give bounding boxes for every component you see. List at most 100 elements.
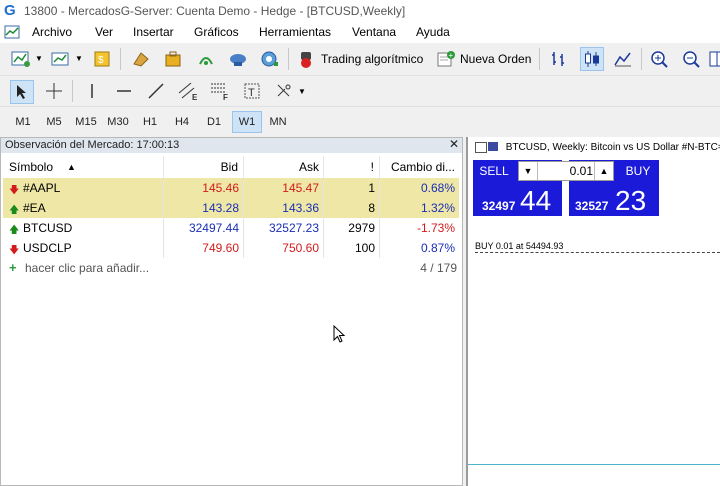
market-watch-panel: Observación del Mercado: 17:00:13 ✕ Símb… bbox=[0, 137, 463, 486]
chart-title-text: BTCUSD, Weekly: Bitcoin vs US Dollar #N-… bbox=[505, 142, 720, 153]
column-symbol[interactable]: Símbolo ▲ bbox=[9, 156, 164, 178]
timeframe-h1[interactable]: H1 bbox=[136, 111, 164, 133]
spread-cell: 8 bbox=[324, 198, 380, 218]
profiles-icon[interactable] bbox=[50, 48, 72, 70]
timeframe-m30[interactable]: M30 bbox=[104, 111, 132, 133]
lot-size-value[interactable]: 0.01 bbox=[541, 164, 593, 178]
shapes-icon[interactable] bbox=[273, 80, 295, 102]
sell-price-small: 32497 bbox=[482, 199, 516, 213]
menu-herramientas[interactable]: Herramientas bbox=[259, 25, 331, 39]
chevron-down-icon[interactable]: ▼ bbox=[75, 54, 83, 63]
lot-size-field[interactable]: ▼ 0.01 ▲ bbox=[518, 161, 614, 181]
trade-line[interactable] bbox=[475, 252, 720, 253]
candlestick-icon[interactable] bbox=[580, 47, 604, 71]
equidistant-channel-icon[interactable]: E bbox=[177, 80, 199, 102]
timeframe-w1[interactable]: W1 bbox=[232, 111, 262, 133]
svg-text:F: F bbox=[223, 93, 228, 101]
menu-archivo[interactable]: Archivo bbox=[32, 25, 72, 39]
timeframe-m15[interactable]: M15 bbox=[72, 111, 100, 133]
ask-cell: 750.60 bbox=[244, 238, 324, 258]
sell-price-big: 44 bbox=[520, 185, 552, 216]
chevron-down-icon[interactable]: ▼ bbox=[35, 54, 43, 63]
chart-title: BTCUSD, Weekly: Bitcoin vs US Dollar #N-… bbox=[475, 142, 720, 154]
market-watch-icon[interactable]: $ bbox=[92, 48, 114, 70]
menu-ver[interactable]: Ver bbox=[95, 25, 113, 39]
column-bid[interactable]: Bid bbox=[164, 156, 244, 178]
strategy-tester-icon[interactable] bbox=[259, 48, 281, 70]
cursor-icon[interactable] bbox=[10, 80, 34, 104]
mouse-cursor-icon bbox=[333, 325, 346, 343]
tile-windows-icon[interactable] bbox=[708, 48, 720, 70]
lot-decrease-icon[interactable]: ▼ bbox=[519, 162, 538, 180]
lot-increase-icon[interactable]: ▲ bbox=[594, 162, 613, 180]
timeframe-m1[interactable]: M1 bbox=[9, 111, 37, 133]
bar-chart-icon[interactable] bbox=[548, 48, 570, 70]
menu-ventana[interactable]: Ventana bbox=[352, 25, 396, 39]
svg-text:E: E bbox=[192, 93, 198, 101]
robot-icon bbox=[301, 52, 311, 68]
add-symbol-row[interactable]: + hacer clic para añadir... 4 / 179 bbox=[3, 258, 459, 278]
timeframe-m5[interactable]: M5 bbox=[40, 111, 68, 133]
timeframe-d1[interactable]: D1 bbox=[200, 111, 228, 133]
table-row[interactable]: 🡅 #EA 143.28 143.36 8 1.32% bbox=[3, 198, 459, 218]
symbol-name: #AAPL bbox=[23, 181, 61, 195]
new-chart-icon[interactable] bbox=[10, 48, 32, 70]
trade-line-label: BUY 0.01 at 54494.93 bbox=[475, 241, 564, 251]
menu-ayuda[interactable]: Ayuda bbox=[416, 25, 450, 39]
timeframe-mn[interactable]: MN bbox=[264, 111, 292, 133]
algo-trading-button[interactable]: Trading algorítmico bbox=[297, 48, 423, 70]
menu-insertar[interactable]: Insertar bbox=[133, 25, 174, 39]
buy-button[interactable]: BUY bbox=[617, 160, 659, 182]
buy-price-big: 23 bbox=[615, 185, 647, 216]
bid-cell: 749.60 bbox=[164, 238, 244, 258]
zoom-in-icon[interactable] bbox=[649, 48, 671, 70]
zoom-out-icon[interactable] bbox=[681, 48, 703, 70]
text-label-icon[interactable]: T bbox=[241, 80, 263, 102]
chevron-down-icon[interactable]: ▼ bbox=[298, 87, 306, 96]
spread-cell: 1 bbox=[324, 178, 380, 198]
symbol-cell: 🡅 BTCUSD bbox=[3, 218, 164, 238]
change-cell: 1.32% bbox=[420, 201, 455, 215]
column-symbol-label: Símbolo bbox=[9, 160, 54, 174]
app-icon: G bbox=[4, 2, 16, 19]
vertical-line-icon[interactable] bbox=[81, 80, 103, 102]
fibonacci-icon[interactable]: F bbox=[209, 80, 231, 102]
trend-line-icon[interactable] bbox=[145, 80, 167, 102]
change-cell: 0.87% bbox=[420, 241, 455, 255]
timeframe-h4[interactable]: H4 bbox=[168, 111, 196, 133]
title-bar: G 13800 - MercadosG-Server: Cuenta Demo … bbox=[0, 0, 720, 23]
close-icon[interactable]: ✕ bbox=[449, 137, 459, 151]
column-spread[interactable]: ! bbox=[324, 156, 380, 178]
new-order-button[interactable]: + Nueva Orden bbox=[436, 48, 531, 70]
svg-text:$: $ bbox=[98, 55, 104, 66]
signals-icon[interactable] bbox=[195, 48, 217, 70]
navigator-icon[interactable] bbox=[130, 48, 152, 70]
symbol-name: BTCUSD bbox=[23, 221, 73, 235]
symbol-name: #EA bbox=[23, 201, 46, 215]
ask-cell: 145.47 bbox=[244, 178, 324, 198]
line-chart-icon[interactable] bbox=[612, 48, 634, 70]
menu-graficos[interactable]: Gráficos bbox=[194, 25, 239, 39]
chart-window-icon[interactable] bbox=[4, 25, 20, 40]
chart-small-icons bbox=[475, 142, 503, 154]
price-line bbox=[468, 464, 720, 465]
market-icon[interactable] bbox=[162, 48, 184, 70]
plus-icon: + bbox=[9, 260, 17, 275]
horizontal-line-icon[interactable] bbox=[113, 80, 135, 102]
column-change[interactable]: Cambio di... bbox=[380, 156, 460, 178]
crosshair-icon[interactable] bbox=[43, 80, 65, 102]
svg-text:T: T bbox=[248, 87, 255, 99]
symbol-cell: 🡇 #AAPL bbox=[3, 178, 164, 198]
bid-cell: 143.28 bbox=[164, 198, 244, 218]
buy-price: 32527 23 bbox=[569, 185, 659, 216]
table-row[interactable]: 🡇 USDCLP 749.60 750.60 100 0.87% bbox=[3, 238, 459, 258]
vps-icon[interactable] bbox=[227, 48, 249, 70]
market-watch-header: Observación del Mercado: 17:00:13 ✕ bbox=[1, 137, 462, 153]
chart-window[interactable]: BTCUSD, Weekly: Bitcoin vs US Dollar #N-… bbox=[466, 137, 720, 486]
table-row[interactable]: 🡅 BTCUSD 32497.44 32527.23 2979 -1.73% bbox=[3, 218, 459, 238]
drawing-toolbar: E F T ▼ bbox=[0, 76, 720, 107]
column-ask[interactable]: Ask bbox=[244, 156, 324, 178]
sell-button[interactable]: SELL bbox=[473, 160, 515, 182]
change-cell: 0.68% bbox=[420, 181, 455, 195]
table-row[interactable]: 🡇 #AAPL 145.46 145.47 1 0.68% bbox=[3, 178, 459, 198]
